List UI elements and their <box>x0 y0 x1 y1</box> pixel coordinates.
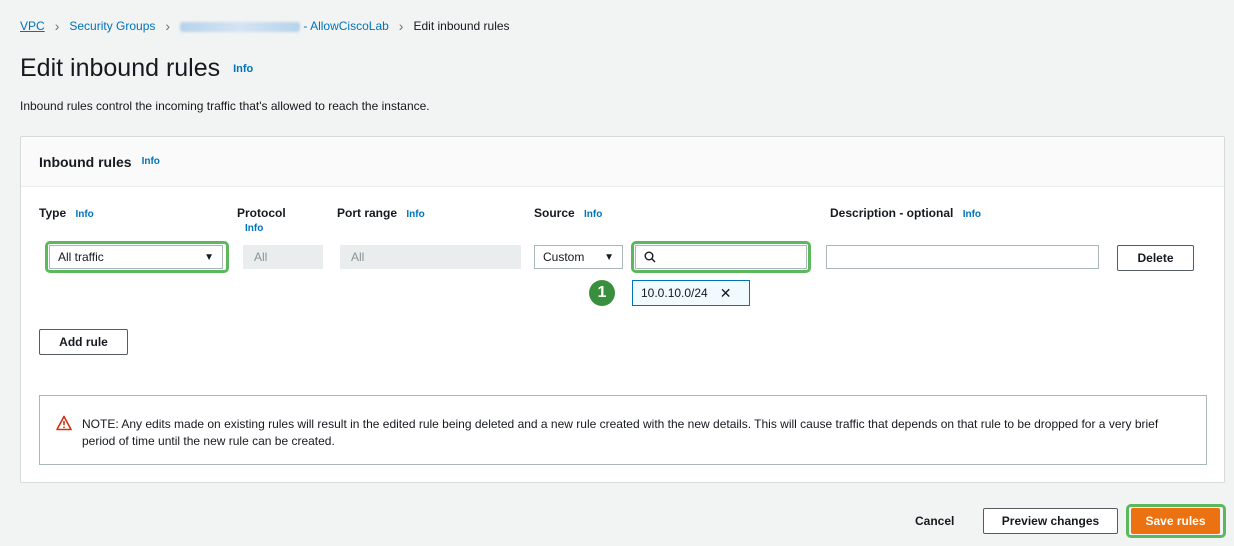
breadcrumb-security-group-name: - AllowCiscoLab <box>303 19 389 33</box>
add-rule-button[interactable]: Add rule <box>39 329 128 355</box>
warning-note: NOTE: Any edits made on existing rules w… <box>39 395 1207 465</box>
caret-down-icon: ▼ <box>604 251 614 263</box>
remove-token-icon[interactable]: ✕ <box>720 285 732 302</box>
preview-changes-button[interactable]: Preview changes <box>983 508 1118 534</box>
panel-info-link[interactable]: Info <box>142 156 160 167</box>
source-search-input[interactable] <box>635 245 807 269</box>
source-token: 10.0.10.0/24 ✕ <box>632 280 750 306</box>
title-info-link[interactable]: Info <box>233 63 253 75</box>
chevron-right-icon: › <box>398 18 404 34</box>
description-input[interactable] <box>826 245 1099 269</box>
column-source: Source Info <box>534 206 602 220</box>
save-rules-button[interactable]: Save rules <box>1131 508 1220 534</box>
breadcrumb-security-groups-link[interactable]: Security Groups <box>69 19 155 33</box>
page-title: Edit inbound rules Info <box>20 54 253 83</box>
type-info-link[interactable]: Info <box>75 209 93 220</box>
column-port-range-label: Port range <box>337 206 398 220</box>
port-range-info-link[interactable]: Info <box>406 209 424 220</box>
inbound-rules-panel: Inbound rules Info Type Info Protocol In… <box>20 136 1225 483</box>
page-description: Inbound rules control the incoming traff… <box>20 99 430 113</box>
type-select[interactable]: All traffic ▼ <box>49 245 223 269</box>
breadcrumb: VPC › Security Groups › - AllowCiscoLab … <box>20 18 510 34</box>
chevron-right-icon: › <box>165 18 171 34</box>
source-info-link[interactable]: Info <box>584 209 602 220</box>
redacted-group-id <box>180 21 301 32</box>
chevron-right-icon: › <box>54 18 60 34</box>
breadcrumb-current: Edit inbound rules <box>413 19 510 33</box>
search-icon <box>644 251 656 263</box>
caret-down-icon: ▼ <box>204 251 214 263</box>
page-title-text: Edit inbound rules <box>20 54 221 82</box>
warning-note-text: NOTE: Any edits made on existing rules w… <box>82 417 1159 448</box>
column-protocol-label: Protocol <box>237 206 286 220</box>
breadcrumb-vpc-link[interactable]: VPC <box>20 19 45 33</box>
column-port-range: Port range Info <box>337 206 425 220</box>
type-select-value: All traffic <box>58 250 104 264</box>
port-range-field: All <box>340 245 521 269</box>
source-mode-value: Custom <box>543 250 585 264</box>
panel-title: Inbound rules <box>39 153 132 170</box>
column-type: Type Info <box>39 206 94 220</box>
column-description-label: Description - optional <box>830 206 954 220</box>
breadcrumb-security-group-link[interactable]: - AllowCiscoLab <box>180 19 389 33</box>
source-token-label: 10.0.10.0/24 <box>641 286 708 300</box>
description-info-link[interactable]: Info <box>963 209 981 220</box>
step-badge: 1 <box>589 280 615 306</box>
protocol-info-link[interactable]: Info <box>245 223 286 234</box>
warning-icon <box>56 415 72 431</box>
column-description: Description - optional Info <box>830 206 981 220</box>
source-mode-select[interactable]: Custom ▼ <box>534 245 623 269</box>
cancel-button[interactable]: Cancel <box>915 514 954 528</box>
protocol-field: All <box>243 245 323 269</box>
column-source-label: Source <box>534 206 575 220</box>
panel-header: Inbound rules Info <box>21 137 1224 187</box>
column-protocol: Protocol Info <box>237 206 286 234</box>
delete-button[interactable]: Delete <box>1117 245 1194 271</box>
column-type-label: Type <box>39 206 67 220</box>
